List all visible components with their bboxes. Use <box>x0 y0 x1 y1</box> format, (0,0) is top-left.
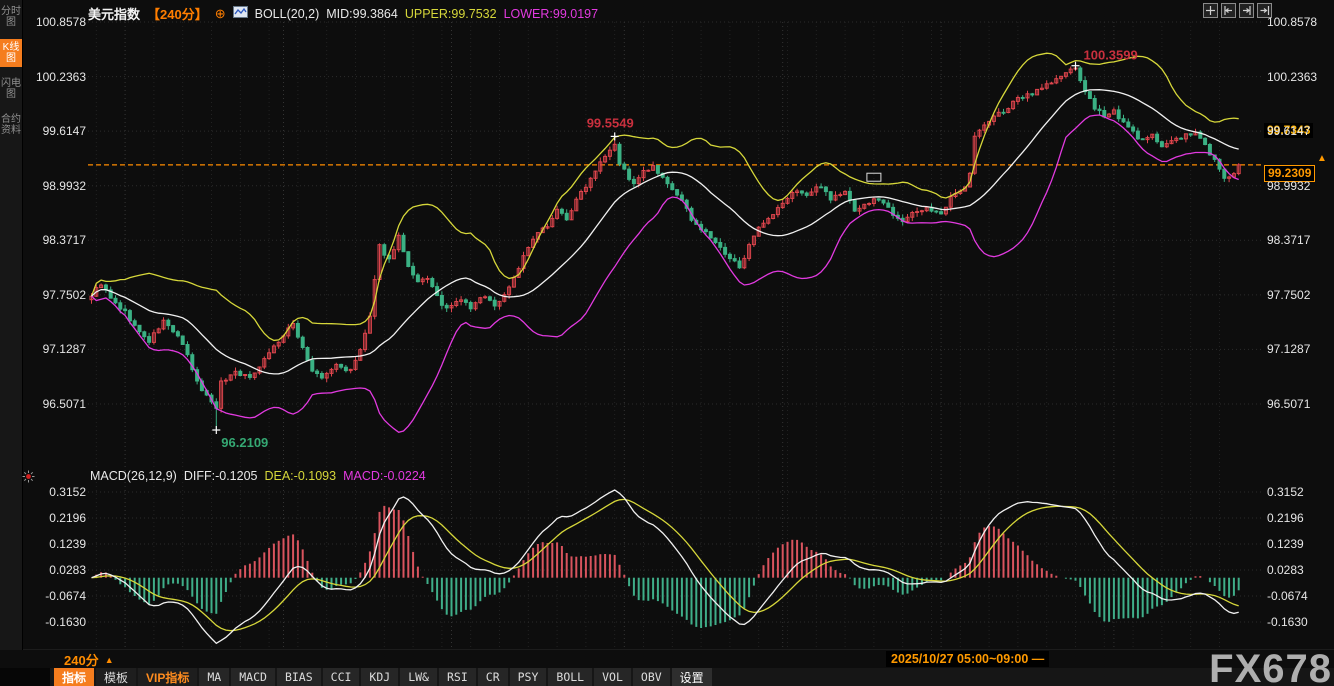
price-axis-label-left: 100.8578 <box>24 15 86 29</box>
price-annotation: 96.2109 <box>221 435 268 450</box>
add-indicator-icon[interactable]: ⊕ <box>215 6 226 22</box>
price-up-arrow-icon: ▲ <box>1317 153 1327 164</box>
macd-axis-label-left: 0.1239 <box>24 537 86 551</box>
price-axis-label-left: 98.9932 <box>24 179 86 193</box>
price-axis-label-right: 98.9932 <box>1267 179 1310 193</box>
price-axis-label-left: 97.1287 <box>24 342 86 356</box>
macd-axis-label-left: -0.0674 <box>24 589 86 603</box>
selected-range-label: 2025/10/27 05:00~09:00 — <box>886 651 1049 667</box>
date-axis-row: 09/1209/2210/0110/1010/2011/07 <box>0 650 1334 668</box>
macd-axis-label-left: 0.3152 <box>24 485 86 499</box>
toolbar-tab-MA[interactable]: MA <box>199 668 229 686</box>
toolbar-tab-设置[interactable]: 设置 <box>672 668 712 686</box>
period-label: 【240分】 <box>147 4 208 23</box>
boll-mid-value: MID:99.3864 <box>326 7 398 21</box>
toolbar-tab-MACD[interactable]: MACD <box>231 668 275 686</box>
price-axis-label-right: 96.5071 <box>1267 397 1310 411</box>
price-axis-label-right: 100.8578 <box>1267 15 1317 29</box>
toolbar-tab-OBV[interactable]: OBV <box>633 668 670 686</box>
toolbar-tab-LW&[interactable]: LW& <box>400 668 437 686</box>
macd-axis-label-left: 0.0283 <box>24 563 86 577</box>
toolbar-tab-VIP指标[interactable]: VIP指标 <box>138 668 197 686</box>
fit-left-axis-icon[interactable] <box>1221 3 1236 18</box>
period-selector[interactable]: 240分 ▲ <box>64 650 114 669</box>
toolbar-tab-CCI[interactable]: CCI <box>323 668 360 686</box>
price-axis-label-right: 99.6147 <box>1267 124 1310 138</box>
macd-diff-value: DIFF:-0.1205 <box>184 469 258 483</box>
macd-axis-label-left: -0.1630 <box>24 615 86 629</box>
toolbar-tab-模板[interactable]: 模板 <box>96 668 136 686</box>
toolbar-tab-BIAS[interactable]: BIAS <box>277 668 321 686</box>
price-axis-label-right: 98.3717 <box>1267 233 1310 247</box>
boll-upper-value: UPPER:99.7532 <box>405 7 497 21</box>
macd-macd-value: MACD:-0.0224 <box>343 469 426 483</box>
toolbar-tab-指标[interactable]: 指标 <box>54 668 94 686</box>
fit-right-axis-icon[interactable] <box>1239 3 1254 18</box>
chart-application: 99.5549 100.3599 96.2109 分时图 K线图闪电图合约资料 美元指… <box>0 0 1334 686</box>
boll-lower-value: LOWER:99.0197 <box>504 7 599 21</box>
chart-type-icon[interactable] <box>233 6 248 21</box>
period-arrow-icon: ▲ <box>105 655 114 665</box>
price-axis-label-left: 97.7502 <box>24 288 86 302</box>
main-legend: 美元指数 【240分】 ⊕ BOLL(20,2) MID:99.3864 UPP… <box>88 4 598 23</box>
price-annotation: 99.5549 <box>587 115 634 130</box>
period-value: 240分 <box>64 650 99 669</box>
price-axis-label-right: 97.7502 <box>1267 288 1310 302</box>
macd-axis-label-right: -0.0674 <box>1267 589 1308 603</box>
sidebar-tab-1[interactable]: K线图 <box>0 39 22 67</box>
boll-indicator-label: BOLL(20,2) <box>255 7 320 21</box>
sidebar-tab-0[interactable]: 分时图 <box>0 3 22 31</box>
toolbar-tab-KDJ[interactable]: KDJ <box>361 668 398 686</box>
price-axis-label-left: 99.6147 <box>24 124 86 138</box>
macd-legend: MACD(26,12,9) DIFF:-0.1205 DEA:-0.1093 M… <box>90 469 426 483</box>
sidebar-tab-2[interactable]: 闪电图 <box>0 75 22 103</box>
toolbar-tab-CR[interactable]: CR <box>478 668 508 686</box>
toolbar-tab-VOL[interactable]: VOL <box>594 668 631 686</box>
macd-dea-value: DEA:-0.1093 <box>264 469 336 483</box>
toolbar-tab-RSI[interactable]: RSI <box>439 668 476 686</box>
bottom-toolbar: 指标模板VIP指标MAMACDBIASCCIKDJLW&RSICRPSYBOLL… <box>50 668 1334 686</box>
price-axis-label-left: 98.3717 <box>24 233 86 247</box>
macd-axis-label-right: 0.1239 <box>1267 537 1304 551</box>
crosshair-icon[interactable] <box>1203 3 1218 18</box>
symbol-title: 美元指数 <box>88 4 140 23</box>
macd-axis-label-right: -0.1630 <box>1267 615 1308 629</box>
macd-axis-label-right: 0.3152 <box>1267 485 1304 499</box>
watermark: FX678 <box>1209 647 1332 686</box>
toolbar-tab-PSY[interactable]: PSY <box>510 668 547 686</box>
sidebar-tab-3[interactable]: 合约资料 <box>0 111 22 139</box>
price-axis-label-left: 96.5071 <box>24 397 86 411</box>
price-axis-label-right: 97.1287 <box>1267 342 1310 356</box>
toolbar-tab-BOLL[interactable]: BOLL <box>548 668 592 686</box>
price-axis-label-right: 100.2363 <box>1267 70 1317 84</box>
chart-tool-icons <box>1203 3 1272 18</box>
macd-axis-label-right: 0.2196 <box>1267 511 1304 525</box>
macd-axis-label-left: 0.2196 <box>24 511 86 525</box>
price-axis-label-left: 100.2363 <box>24 70 86 84</box>
macd-name: MACD(26,12,9) <box>90 469 177 483</box>
price-chart[interactable]: 99.5549 100.3599 96.2109 <box>0 0 1334 686</box>
price-annotation: 100.3599 <box>1084 48 1138 63</box>
sidebar: 分时图 K线图闪电图合约资料 <box>0 0 23 653</box>
macd-axis-label-right: 0.0283 <box>1267 563 1304 577</box>
